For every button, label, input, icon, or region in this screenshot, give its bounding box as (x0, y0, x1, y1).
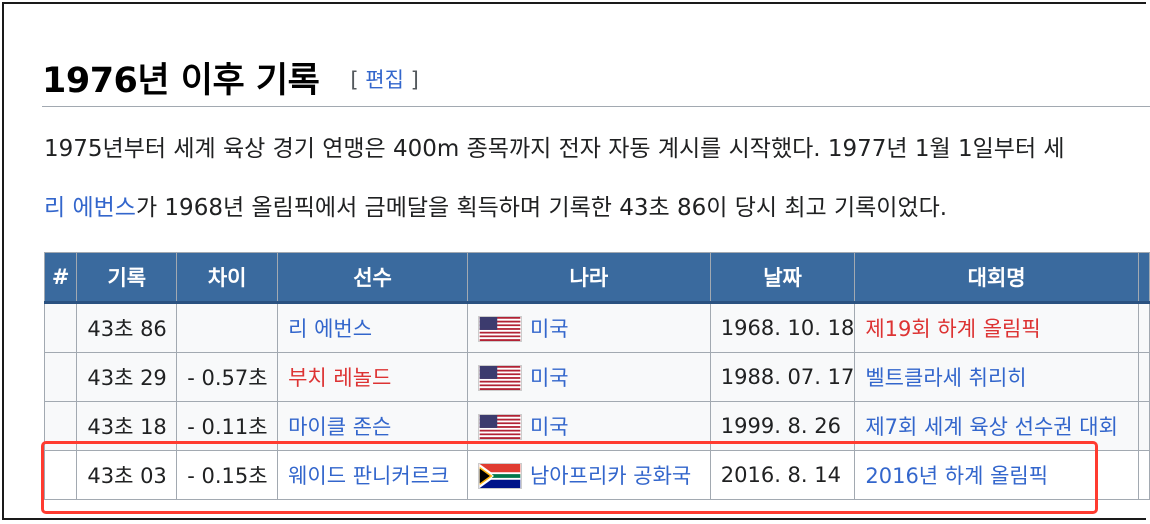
cell-num (43, 450, 78, 500)
cell-athlete: 웨이드 판니커르크 (277, 450, 468, 500)
country-link[interactable]: 미국 (530, 317, 569, 341)
cell-country: 미국 (466, 401, 711, 451)
athlete-link[interactable]: 리 에번스 (288, 317, 372, 341)
cell-date: 1988. 07. 17 (709, 352, 856, 402)
paragraph-line-2-text: 가 1968년 올림픽에서 금메달을 획득하며 기록한 43초 86이 당시 최… (135, 195, 948, 221)
us-flag-icon (477, 316, 530, 342)
cell-overflow (1137, 352, 1150, 402)
table-row: 43초 29- 0.57초 부치 레놀드 미국 1988. 07. 17 벨트클라세 취… (43, 352, 1150, 402)
table-row: 43초 86 리 에번스 미국 1968. 10. 18 제19회 하계 올림픽 (43, 302, 1150, 353)
edit-link[interactable]: 편집 (365, 68, 404, 92)
edit-bracket-close: ] (410, 68, 419, 92)
athlete-link[interactable]: 마이클 존슨 (288, 415, 391, 439)
cell-record: 43초 86 (76, 302, 178, 353)
cell-diff: - 0.57초 (176, 352, 279, 402)
cell-event: 2016년 하계 올림픽 (854, 450, 1139, 500)
cell-diff (176, 302, 279, 353)
event-link[interactable]: 제7회 세계 육상 선수권 대회 (865, 415, 1118, 439)
paragraph-line-1: 1975년부터 세계 육상 경기 연맹은 400m 종목까지 전자 자동 계시를… (44, 136, 1065, 162)
lee-evans-link[interactable]: 리 에번스 (44, 195, 136, 221)
header-overflow (1137, 252, 1150, 304)
cell-date: 1999. 8. 26 (709, 401, 856, 451)
cell-record: 43초 18 (76, 401, 178, 451)
za-flag-icon (477, 463, 530, 489)
edit-bracket-open: [ (350, 68, 359, 92)
table-body: 43초 86 리 에번스 미국 1968. 10. 18 제19회 하계 올림픽 43초 … (43, 302, 1150, 500)
header-event[interactable]: 대회명 (854, 252, 1139, 304)
section-title: 1976년 이후 기록 (42, 61, 320, 101)
records-table: # 기록 차이 선수 나라 날짜 대회명 43초 86 리 에번스 미국 1968. 10. 18… (43, 252, 1150, 500)
cell-event: 벨트클라세 취리히 (854, 352, 1139, 402)
table-row: 43초 18- 0.11초 마이클 존슨 미국 1999. 8. 26 제7회 세계 육… (43, 401, 1150, 451)
event-link[interactable]: 제19회 하계 올림픽 (865, 317, 1040, 341)
heading-divider (42, 106, 1150, 107)
paragraph-line-2: 리 에번스가 1968년 올림픽에서 금메달을 획득하며 기록한 43초 86이… (44, 188, 947, 222)
country-link[interactable]: 미국 (530, 366, 569, 390)
cell-country: 미국 (466, 352, 711, 402)
edit-section: [ 편집 ] (350, 68, 418, 92)
cell-date: 1968. 10. 18 (709, 302, 856, 353)
table-header-row: # 기록 차이 선수 나라 날짜 대회명 (43, 252, 1150, 304)
header-num[interactable]: # (43, 252, 78, 304)
cell-overflow (1137, 450, 1150, 500)
header-record[interactable]: 기록 (76, 252, 178, 304)
us-flag-icon (477, 414, 530, 440)
cell-country: 미국 (466, 302, 711, 353)
cell-diff: - 0.11초 (176, 401, 279, 451)
cell-date: 2016. 8. 14 (709, 450, 856, 500)
us-flag-icon (477, 365, 530, 391)
header-date[interactable]: 날짜 (709, 252, 856, 304)
cell-num (43, 401, 78, 451)
cell-athlete: 마이클 존슨 (277, 401, 468, 451)
cell-num (43, 302, 78, 353)
country-link[interactable]: 남아프리카 공화국 (530, 464, 691, 488)
event-link[interactable]: 2016년 하계 올림픽 (865, 464, 1048, 488)
cell-diff: - 0.15초 (176, 450, 279, 500)
cell-record: 43초 03 (76, 450, 178, 500)
header-diff[interactable]: 차이 (176, 252, 279, 304)
cell-event: 제7회 세계 육상 선수권 대회 (854, 401, 1139, 451)
country-link[interactable]: 미국 (530, 415, 569, 439)
cell-country: 남아프리카 공화국 (466, 450, 711, 500)
cell-overflow (1137, 302, 1150, 353)
cell-num (43, 352, 78, 402)
event-link[interactable]: 벨트클라세 취리히 (865, 366, 1026, 390)
cell-athlete: 리 에번스 (277, 302, 468, 353)
cell-event: 제19회 하계 올림픽 (854, 302, 1139, 353)
cell-athlete: 부치 레놀드 (277, 352, 468, 402)
athlete-link[interactable]: 웨이드 판니커르크 (288, 464, 449, 488)
header-country[interactable]: 나라 (466, 252, 711, 304)
table-row: 43초 03- 0.15초 웨이드 판니커르크 남아프리카 공화국 2016. 8. … (43, 450, 1150, 500)
section-heading: 1976년 이후 기록 [ 편집 ] (42, 52, 419, 103)
header-athlete[interactable]: 선수 (277, 252, 468, 304)
cell-record: 43초 29 (76, 352, 178, 402)
athlete-link[interactable]: 부치 레놀드 (288, 366, 391, 390)
cell-overflow (1137, 401, 1150, 451)
